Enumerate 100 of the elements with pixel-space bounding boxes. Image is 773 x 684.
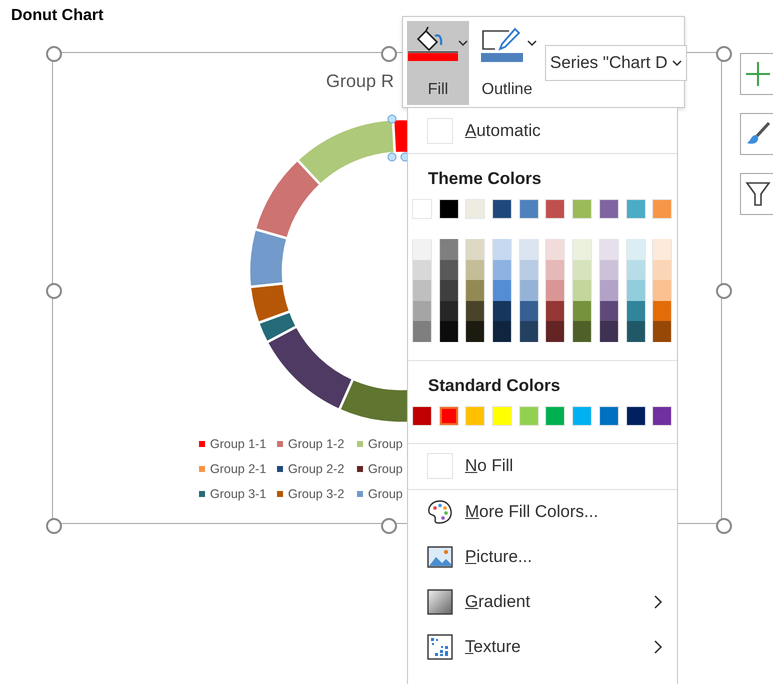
- color-swatch[interactable]: [598, 321, 619, 342]
- color-swatch[interactable]: [412, 260, 432, 280]
- chart-style-button[interactable]: [740, 113, 773, 155]
- color-swatch[interactable]: [465, 280, 486, 300]
- legend-label: Group: [368, 462, 403, 476]
- color-swatch[interactable]: [598, 199, 619, 219]
- color-swatch[interactable]: [438, 406, 459, 426]
- donut-slice[interactable]: [266, 325, 354, 412]
- fill-button[interactable]: Fill: [407, 21, 469, 105]
- color-swatch[interactable]: [545, 199, 566, 219]
- image-icon: [427, 546, 453, 568]
- color-swatch[interactable]: [412, 199, 432, 219]
- color-swatch[interactable]: [572, 406, 592, 426]
- color-swatch[interactable]: [518, 280, 539, 300]
- color-swatch[interactable]: [626, 406, 646, 426]
- chart-filter-button[interactable]: [740, 173, 773, 215]
- color-swatch[interactable]: [572, 280, 592, 300]
- no-fill-menu-item[interactable]: No Fill: [408, 444, 677, 488]
- color-swatch[interactable]: [438, 280, 459, 300]
- color-swatch[interactable]: [465, 199, 486, 219]
- color-swatch[interactable]: [492, 406, 512, 426]
- color-swatch[interactable]: [492, 280, 512, 300]
- color-swatch[interactable]: [412, 300, 432, 321]
- color-swatch[interactable]: [412, 321, 432, 342]
- color-swatch[interactable]: [518, 199, 539, 219]
- color-swatch[interactable]: [465, 300, 486, 321]
- color-swatch[interactable]: [545, 280, 566, 300]
- resize-handle[interactable]: [716, 283, 732, 299]
- resize-handle[interactable]: [46, 283, 62, 299]
- color-swatch[interactable]: [598, 300, 619, 321]
- color-swatch[interactable]: [652, 260, 672, 280]
- color-swatch[interactable]: [572, 239, 592, 260]
- resize-handle[interactable]: [46, 46, 62, 62]
- color-swatch[interactable]: [626, 321, 646, 342]
- color-swatch[interactable]: [438, 300, 459, 321]
- selection-handle[interactable]: [388, 114, 396, 124]
- color-swatch[interactable]: [465, 260, 486, 280]
- color-swatch[interactable]: [626, 280, 646, 300]
- resize-handle[interactable]: [381, 518, 397, 534]
- color-swatch[interactable]: [572, 321, 592, 342]
- color-swatch[interactable]: [492, 321, 512, 342]
- color-swatch[interactable]: [465, 321, 486, 342]
- color-swatch[interactable]: [626, 300, 646, 321]
- color-swatch[interactable]: [598, 239, 619, 260]
- color-swatch[interactable]: [438, 260, 459, 280]
- automatic-menu-item[interactable]: Automatic: [408, 108, 677, 153]
- donut-slice[interactable]: [248, 282, 292, 324]
- outline-button[interactable]: Outline: [475, 21, 539, 105]
- color-swatch[interactable]: [412, 280, 432, 300]
- color-swatch[interactable]: [518, 300, 539, 321]
- color-swatch[interactable]: [465, 406, 486, 426]
- color-swatch[interactable]: [652, 406, 672, 426]
- color-swatch[interactable]: [545, 300, 566, 321]
- color-swatch[interactable]: [626, 239, 646, 260]
- color-swatch[interactable]: [492, 300, 512, 321]
- color-swatch[interactable]: [492, 199, 512, 219]
- gradient-menu-item[interactable]: Gradient: [408, 580, 677, 624]
- color-swatch[interactable]: [412, 406, 432, 426]
- color-swatch[interactable]: [518, 321, 539, 342]
- color-swatch[interactable]: [652, 280, 672, 300]
- color-swatch[interactable]: [545, 260, 566, 280]
- resize-handle[interactable]: [381, 46, 397, 62]
- more-colors-menu-item[interactable]: More Fill Colors...: [408, 490, 677, 534]
- color-swatch[interactable]: [626, 260, 646, 280]
- color-swatch[interactable]: [652, 321, 672, 342]
- color-swatch[interactable]: [572, 199, 592, 219]
- color-swatch[interactable]: [545, 406, 566, 426]
- color-swatch[interactable]: [438, 199, 459, 219]
- resize-handle[interactable]: [46, 518, 62, 534]
- color-swatch[interactable]: [518, 406, 539, 426]
- donut-slice[interactable]: [338, 378, 408, 424]
- color-swatch[interactable]: [626, 199, 646, 219]
- color-swatch[interactable]: [518, 260, 539, 280]
- color-swatch[interactable]: [412, 239, 432, 260]
- color-swatch[interactable]: [652, 300, 672, 321]
- legend-label: Group: [368, 487, 403, 501]
- color-swatch[interactable]: [598, 406, 619, 426]
- color-swatch[interactable]: [492, 239, 512, 260]
- color-swatch[interactable]: [465, 239, 486, 260]
- resize-handle[interactable]: [716, 46, 732, 62]
- color-swatch[interactable]: [438, 321, 459, 342]
- donut-slice[interactable]: [248, 228, 289, 288]
- picture-menu-item[interactable]: Picture...: [408, 534, 677, 580]
- resize-handle[interactable]: [716, 518, 732, 534]
- color-swatch[interactable]: [492, 260, 512, 280]
- legend-label: Group: [368, 437, 403, 451]
- caret-icon: [527, 39, 537, 47]
- color-swatch[interactable]: [545, 239, 566, 260]
- series-dropdown[interactable]: Series "Chart D: [545, 45, 687, 81]
- color-swatch[interactable]: [518, 239, 539, 260]
- color-swatch[interactable]: [652, 239, 672, 260]
- color-swatch[interactable]: [598, 280, 619, 300]
- color-swatch[interactable]: [438, 239, 459, 260]
- add-element-button[interactable]: [740, 53, 773, 95]
- color-swatch[interactable]: [652, 199, 672, 219]
- color-swatch[interactable]: [572, 260, 592, 280]
- color-swatch[interactable]: [572, 300, 592, 321]
- color-swatch[interactable]: [545, 321, 566, 342]
- color-swatch[interactable]: [598, 260, 619, 280]
- texture-menu-item[interactable]: Texture: [408, 624, 677, 670]
